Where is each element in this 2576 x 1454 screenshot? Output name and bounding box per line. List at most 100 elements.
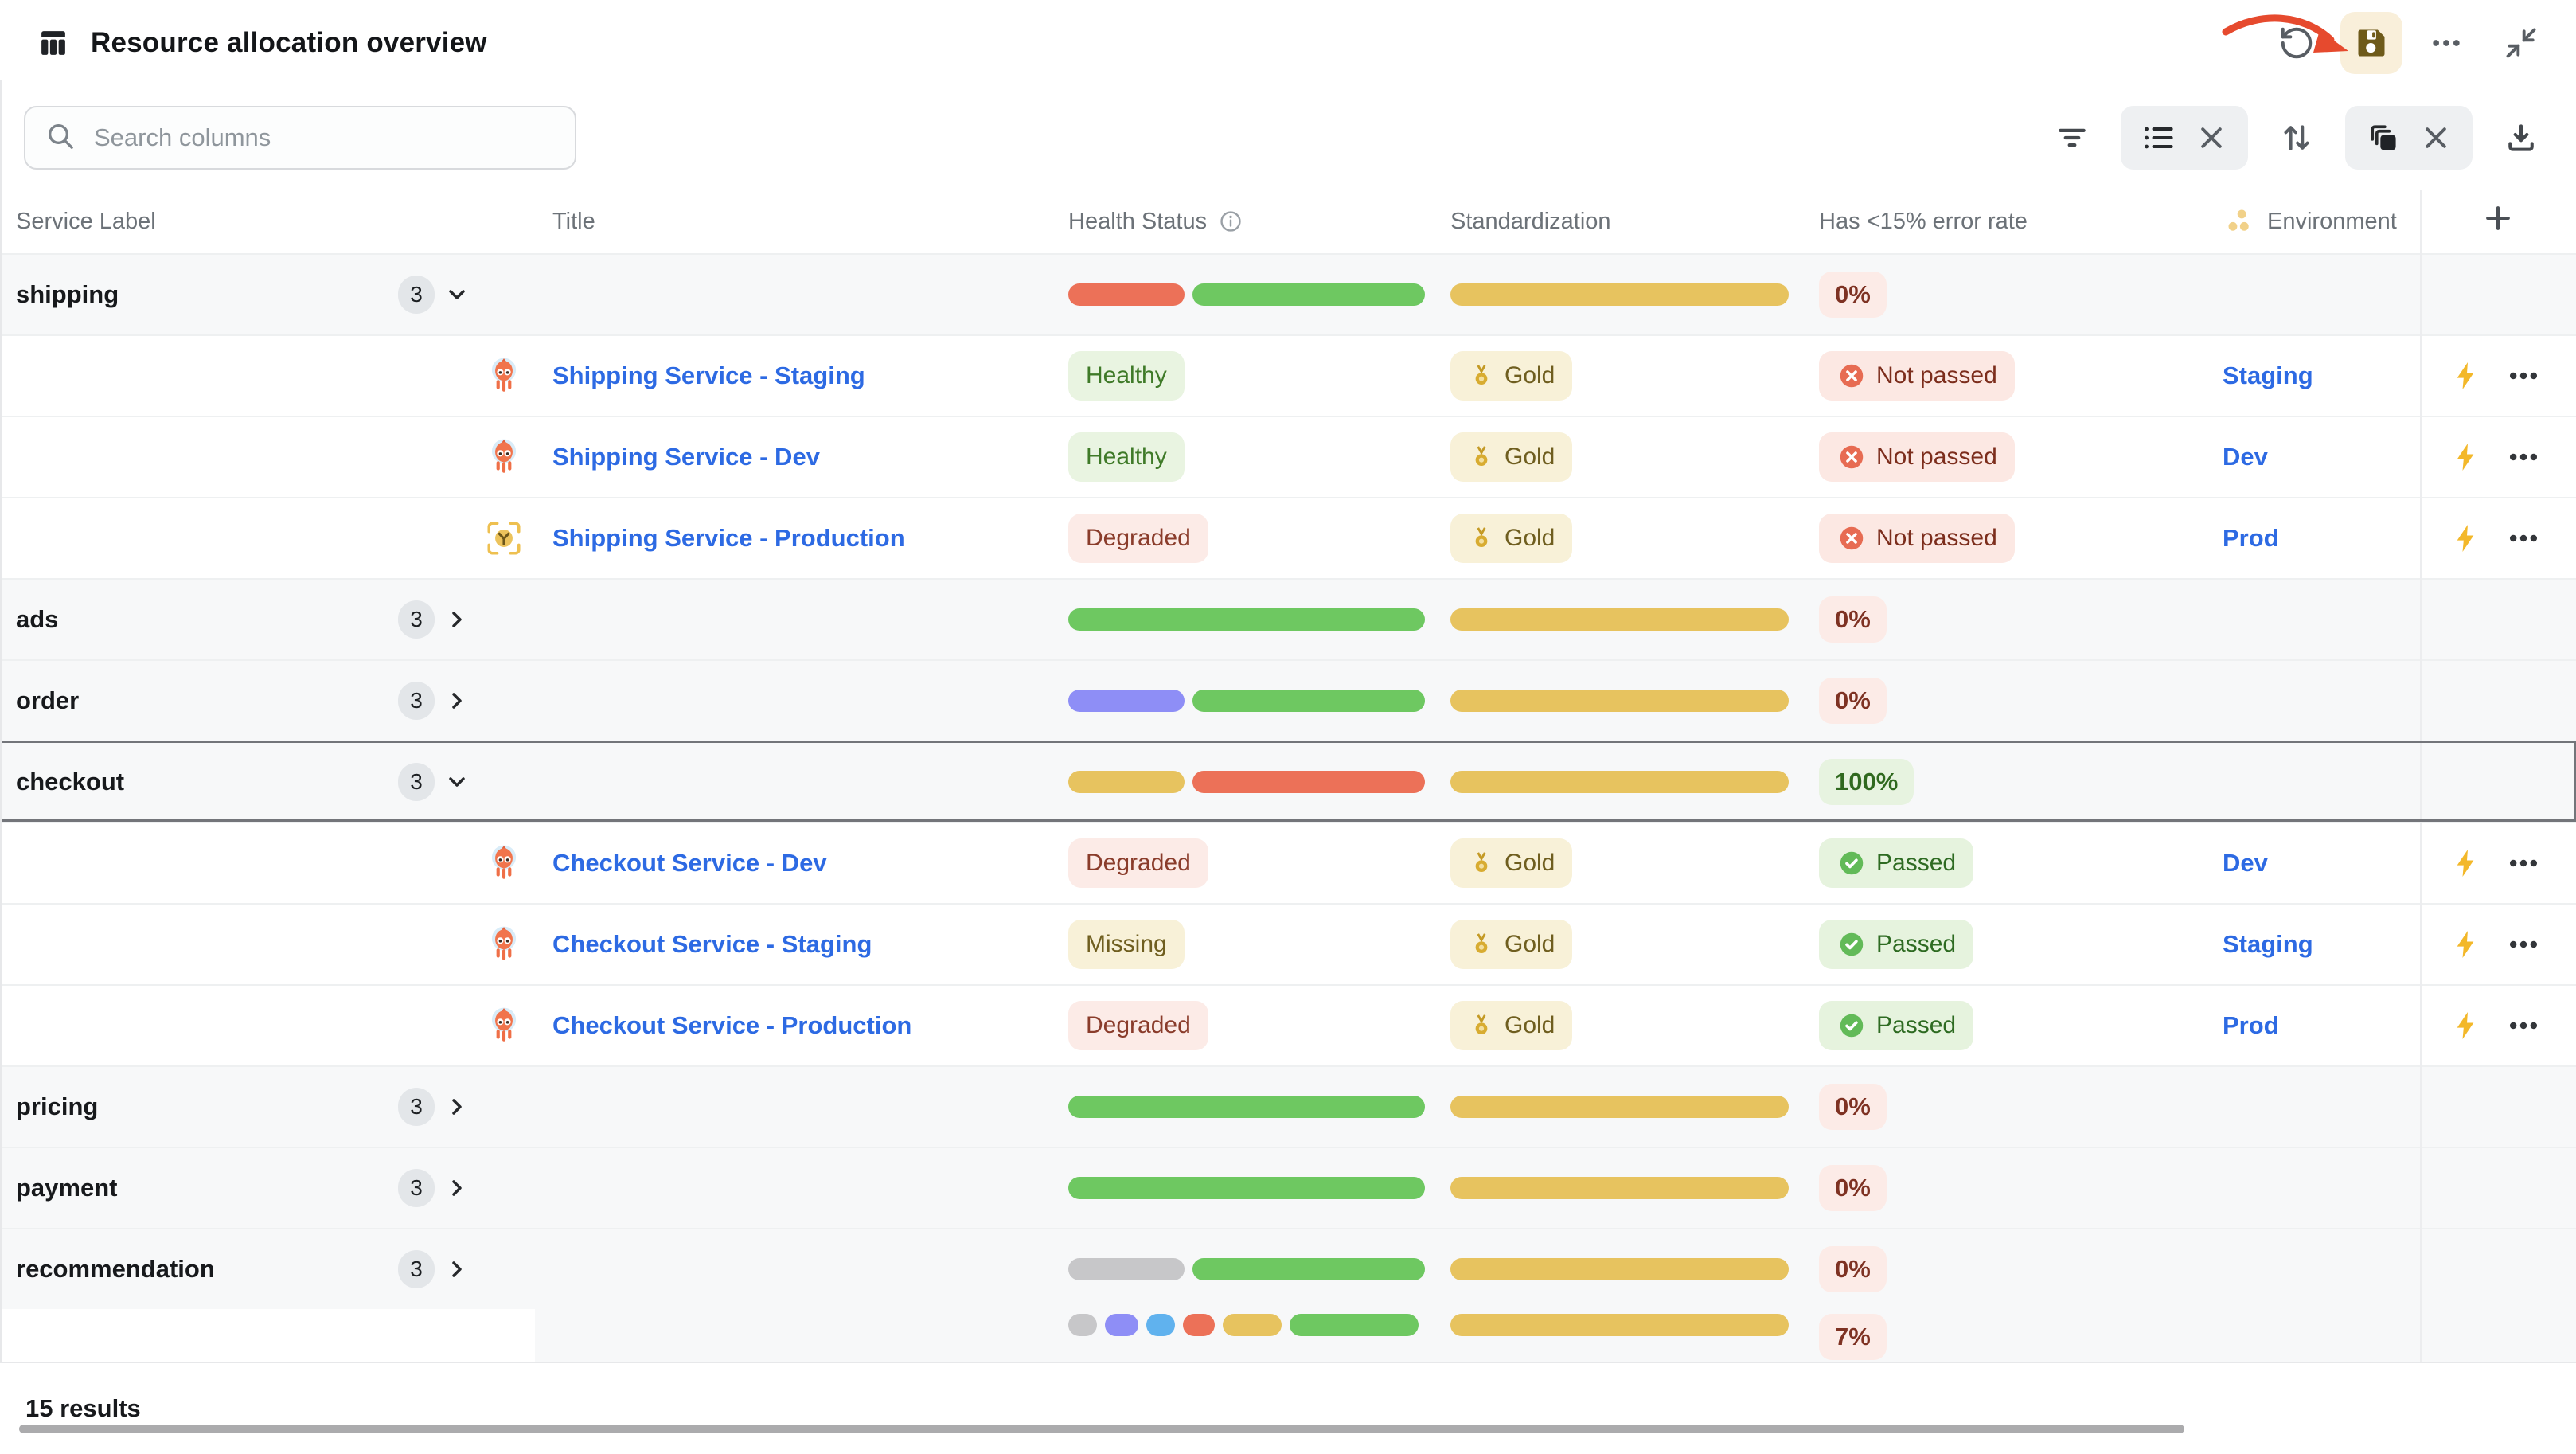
quick-action-button[interactable] — [2450, 441, 2482, 473]
chevron-right-icon[interactable] — [444, 1257, 470, 1282]
health-status-chip-label: Healthy — [1086, 444, 1167, 471]
medal-icon — [1468, 362, 1495, 389]
service-title-link[interactable]: Checkout Service - Staging — [552, 930, 872, 959]
group-row-ads[interactable]: ads30% — [0, 578, 2576, 659]
sort-icon — [2279, 120, 2314, 155]
chevron-right-icon[interactable] — [444, 1094, 470, 1120]
environment-cell-empty — [2205, 1229, 2420, 1309]
row-menu-button[interactable] — [2506, 521, 2541, 556]
service-title-link[interactable]: Checkout Service - Dev — [552, 849, 827, 877]
list-icon — [2141, 120, 2176, 155]
error-rate-cell: 0% — [1799, 1067, 2205, 1147]
add-column-button[interactable] — [2420, 201, 2576, 242]
health-status-chip: Healthy — [1068, 351, 1185, 401]
save-button[interactable] — [2340, 12, 2402, 74]
service-title-link[interactable]: Shipping Service - Staging — [552, 362, 865, 390]
row-menu-button[interactable] — [2506, 440, 2541, 475]
squid-icon — [484, 843, 524, 883]
bolt-icon — [2450, 360, 2482, 392]
undo-button[interactable] — [2266, 12, 2328, 74]
environment-link[interactable]: Staging — [2223, 362, 2313, 390]
more-options-button[interactable] — [2415, 12, 2477, 74]
column-header-title[interactable]: Title — [535, 209, 1051, 235]
view-list-chip[interactable] — [2121, 106, 2248, 170]
service-icon-cell — [0, 336, 535, 416]
row-menu-button[interactable] — [2506, 927, 2541, 962]
group-label-cell: checkout3 — [0, 742, 535, 822]
quick-action-button[interactable] — [2450, 928, 2482, 960]
group-label: ads — [16, 605, 398, 634]
standardization-tier-chip: Gold — [1450, 920, 1572, 969]
group-row-pricing[interactable]: pricing30% — [0, 1065, 2576, 1147]
red-segment — [1183, 1314, 1215, 1336]
grouping-chip[interactable] — [2345, 106, 2473, 170]
error-rate-cell: Not passed — [1799, 417, 2205, 497]
group-label: checkout — [16, 768, 398, 796]
environment-link[interactable]: Staging — [2223, 930, 2313, 959]
standardization-bar — [1450, 1177, 1789, 1199]
row-menu-button[interactable] — [2506, 1008, 2541, 1043]
service-title-cell: Checkout Service - Dev — [535, 823, 1051, 903]
collapse-icon — [2504, 25, 2539, 61]
row-menu-button[interactable] — [2506, 846, 2541, 881]
environment-cell: Dev — [2205, 417, 2420, 497]
quick-action-button[interactable] — [2450, 522, 2482, 554]
chevron-right-icon[interactable] — [444, 688, 470, 713]
group-row-shipping[interactable]: shipping30% — [0, 253, 2576, 334]
close-icon[interactable] — [2195, 122, 2227, 154]
chevron-down-icon[interactable] — [444, 282, 470, 307]
horizontal-scrollbar[interactable] — [19, 1425, 2184, 1433]
group-row-order[interactable]: order30% — [0, 659, 2576, 741]
service-title-link[interactable]: Shipping Service - Dev — [552, 443, 820, 471]
download-button[interactable] — [2495, 111, 2547, 164]
table-icon — [37, 26, 70, 60]
squid-icon — [484, 356, 524, 396]
search-columns-box[interactable] — [24, 106, 576, 170]
environment-link[interactable]: Dev — [2223, 443, 2268, 471]
close-icon[interactable] — [2420, 122, 2452, 154]
environment-cell-empty — [2205, 1148, 2420, 1228]
info-icon[interactable] — [1218, 209, 1243, 234]
resource-allocation-window: Resource allocation overview Service Lab… — [0, 0, 2576, 1435]
column-header-error-rate[interactable]: Has <15% error rate — [1799, 209, 2205, 235]
health-status — [1051, 1067, 1433, 1147]
quick-action-button[interactable] — [2450, 360, 2482, 392]
quick-action-button[interactable] — [2450, 847, 2482, 879]
chevron-down-icon[interactable] — [444, 769, 470, 795]
quick-action-button[interactable] — [2450, 1010, 2482, 1042]
service-title-link[interactable]: Shipping Service - Production — [552, 524, 905, 553]
chevron-right-icon[interactable] — [444, 607, 470, 632]
environment-link[interactable]: Prod — [2223, 1011, 2279, 1040]
health-status — [1051, 1309, 1433, 1362]
environment-link[interactable]: Dev — [2223, 849, 2268, 877]
health-status — [1051, 661, 1433, 741]
column-header-service-label[interactable]: Service Label — [0, 209, 535, 235]
error-rate-check-chip: Passed — [1819, 1001, 1973, 1050]
group-row-checkout[interactable]: checkout3100% — [0, 741, 2576, 822]
group-row-payment[interactable]: payment30% — [0, 1147, 2576, 1228]
search-columns-input[interactable] — [92, 123, 567, 153]
error-rate-check-chip: Passed — [1819, 920, 1973, 969]
filter-button[interactable] — [2046, 111, 2098, 164]
dots-h-icon — [2506, 927, 2541, 962]
error-rate-cell: 7% — [1799, 1309, 2205, 1362]
group-row-recommendation[interactable]: recommendation30% — [0, 1228, 2576, 1309]
column-header-standardization[interactable]: Standardization — [1433, 209, 1799, 235]
grey-segment — [1068, 1314, 1097, 1336]
environment-cell-empty — [2205, 661, 2420, 741]
column-header-health-status[interactable]: Health Status — [1051, 209, 1433, 235]
topbar: Resource allocation overview — [0, 0, 2576, 86]
standardization-tier-chip-label: Gold — [1505, 362, 1555, 389]
error-rate-check-chip-label: Not passed — [1876, 525, 1997, 552]
health-status-bar — [1068, 1314, 1419, 1336]
title-cell-empty — [535, 1229, 1051, 1309]
standardization-bar — [1450, 1314, 1789, 1336]
environment-link[interactable]: Prod — [2223, 524, 2279, 553]
row-menu-button[interactable] — [2506, 358, 2541, 393]
collapse-button[interactable] — [2490, 12, 2552, 74]
chevron-right-icon[interactable] — [444, 1175, 470, 1201]
column-header-environment[interactable]: Environment — [2205, 205, 2420, 238]
sort-button[interactable] — [2270, 111, 2323, 164]
service-title-link[interactable]: Checkout Service - Production — [552, 1011, 911, 1040]
actions-cell-empty — [2420, 1148, 2576, 1228]
